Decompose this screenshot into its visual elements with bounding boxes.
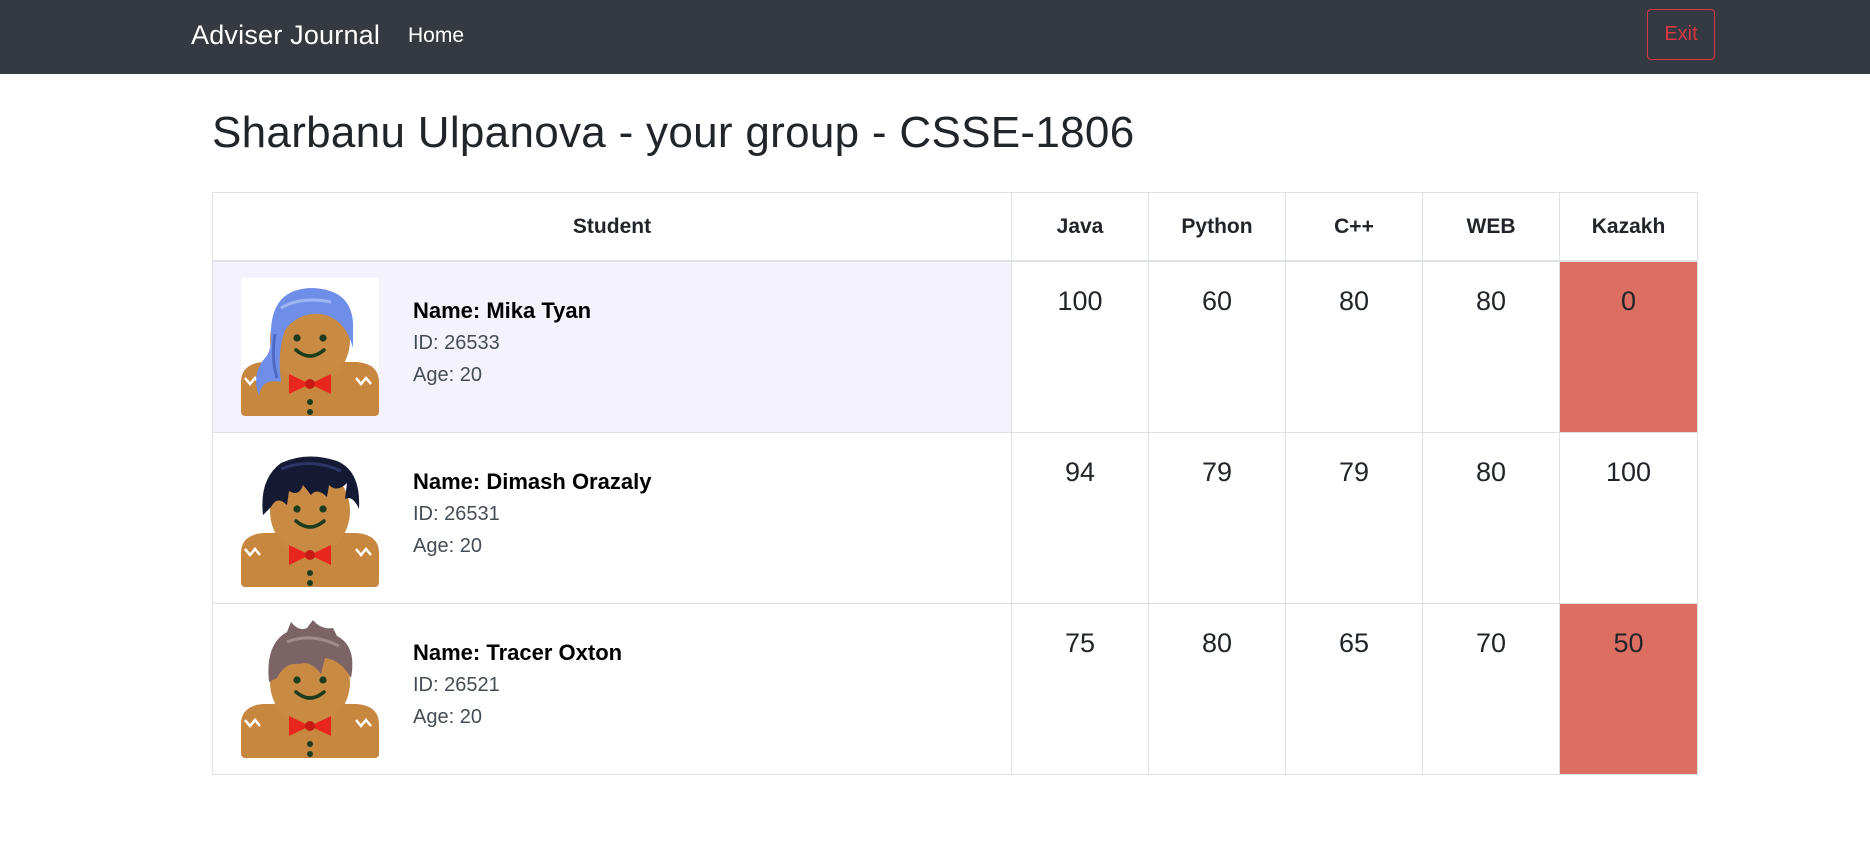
grade-kazakh: 50 — [1559, 603, 1698, 775]
grade-java: 100 — [1011, 260, 1149, 433]
header-cpp: C++ — [1285, 192, 1423, 262]
student-cell: Name: Mika Tyan ID: 26533 Age: 20 — [212, 260, 1012, 433]
student-cell: Name: Dimash Orazaly ID: 26531 Age: 20 — [212, 432, 1012, 604]
header-python: Python — [1148, 192, 1286, 262]
table-row[interactable]: Name: Tracer Oxton ID: 26521 Age: 20 75 … — [212, 603, 1698, 775]
student-id: ID: 26521 — [413, 674, 500, 696]
grade-kazakh: 0 — [1559, 260, 1698, 433]
grade-cpp: 79 — [1285, 432, 1423, 604]
nav-home-link[interactable]: Home — [408, 24, 464, 48]
exit-button[interactable]: Exit — [1647, 9, 1715, 60]
student-name: Name: Tracer Oxton — [413, 640, 623, 665]
student-cell: Name: Tracer Oxton ID: 26521 Age: 20 — [212, 603, 1012, 775]
grade-java: 75 — [1011, 603, 1149, 775]
top-navbar: Adviser Journal Home Exit — [0, 0, 1870, 74]
header-java: Java — [1011, 192, 1149, 262]
grade-java: 94 — [1011, 432, 1149, 604]
brand-title[interactable]: Adviser Journal — [191, 20, 380, 51]
gingerbread-black-hair-icon — [241, 449, 379, 587]
grade-cpp: 65 — [1285, 603, 1423, 775]
header-student: Student — [212, 192, 1012, 262]
student-age: Age: 20 — [413, 706, 482, 728]
grade-kazakh: 100 — [1559, 432, 1698, 604]
grade-web: 80 — [1422, 260, 1560, 433]
student-name: Name: Dimash Orazaly — [413, 469, 652, 494]
student-age: Age: 20 — [413, 535, 482, 557]
table-row[interactable]: Name: Mika Tyan ID: 26533 Age: 20 100 60… — [212, 260, 1698, 433]
student-name: Name: Mika Tyan — [413, 298, 592, 323]
table-header-row: Student Java Python C++ WEB Kazakh — [212, 192, 1698, 262]
grade-web: 70 — [1422, 603, 1560, 775]
gingerbread-brown-hair-icon — [241, 620, 379, 758]
student-id: ID: 26531 — [413, 503, 500, 525]
grade-web: 80 — [1422, 432, 1560, 604]
gingerbread-blue-hair-icon — [241, 278, 379, 416]
student-id: ID: 26533 — [413, 332, 500, 354]
grade-python: 60 — [1148, 260, 1286, 433]
page-title: Sharbanu Ulpanova - your group - CSSE-18… — [212, 108, 1135, 157]
header-kazakh: Kazakh — [1559, 192, 1698, 262]
grade-python: 79 — [1148, 432, 1286, 604]
header-web: WEB — [1422, 192, 1560, 262]
table-row[interactable]: Name: Dimash Orazaly ID: 26531 Age: 20 9… — [212, 432, 1698, 604]
grades-table: Student Java Python C++ WEB Kazakh Name:… — [212, 192, 1698, 775]
grade-python: 80 — [1148, 603, 1286, 775]
grade-cpp: 80 — [1285, 260, 1423, 433]
student-age: Age: 20 — [413, 364, 482, 386]
